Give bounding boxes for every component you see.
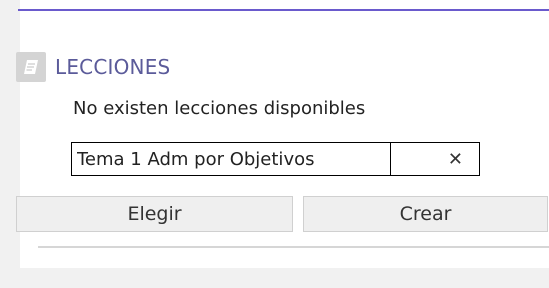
close-icon: ✕: [447, 148, 463, 170]
top-divider: [18, 9, 549, 11]
action-buttons: Elegir Crear: [16, 196, 549, 232]
section-title: LECCIONES: [55, 55, 171, 79]
book-icon: [16, 52, 46, 82]
create-button[interactable]: Crear: [303, 196, 548, 232]
lesson-input-group: ✕: [71, 142, 499, 176]
lesson-name-input[interactable]: [71, 142, 391, 176]
section-header: LECCIONES: [16, 52, 170, 82]
clear-input-button[interactable]: ✕: [391, 142, 480, 176]
bottom-divider: [38, 246, 549, 248]
choose-button[interactable]: Elegir: [16, 196, 293, 232]
empty-lessons-message: No existen lecciones disponibles: [73, 98, 366, 119]
